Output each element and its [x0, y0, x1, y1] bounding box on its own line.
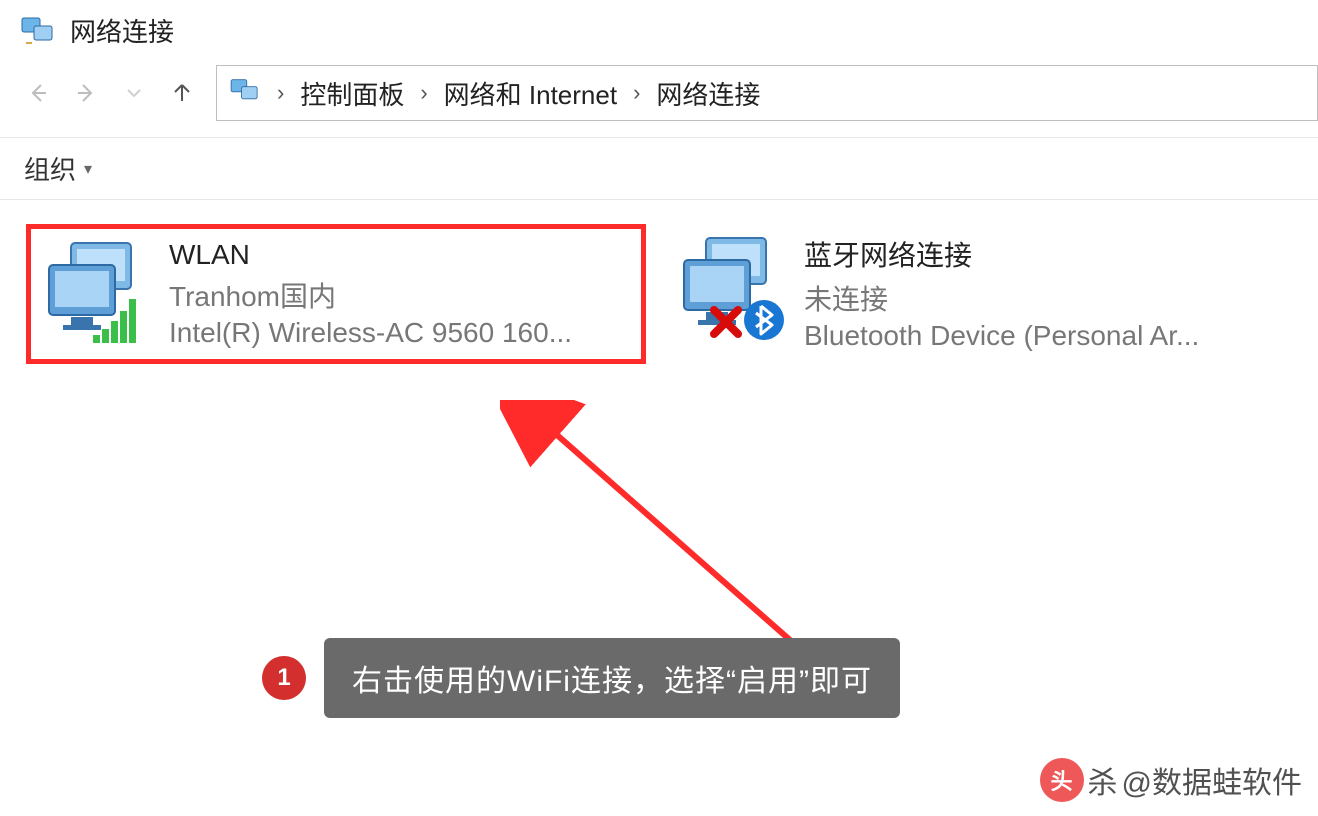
address-bar[interactable]: › 控制面板 › 网络和 Internet › 网络连接 [216, 65, 1318, 121]
connections-list: WLAN Tranhom国内 Intel(R) Wireless-AC 9560… [0, 200, 1318, 388]
connection-device: Bluetooth Device (Personal Ar... [804, 320, 1199, 352]
organize-menu[interactable]: 组织 ▾ [24, 150, 92, 187]
annotation-tooltip: 1 右击使用的WiFi连接，选择“启用”即可 [262, 638, 900, 718]
window-titlebar: 网络连接 [0, 0, 1318, 59]
chevron-down-icon: ▾ [84, 159, 92, 179]
connection-device: Intel(R) Wireless-AC 9560 160... [169, 317, 572, 349]
watermark-text: @数据蛙软件 [1122, 758, 1302, 802]
breadcrumb-item[interactable]: 控制面板 [300, 75, 404, 112]
breadcrumb-item[interactable]: 网络和 Internet [444, 75, 617, 112]
forward-button[interactable] [66, 73, 106, 113]
annotation-text: 右击使用的WiFi连接，选择“启用”即可 [324, 638, 900, 718]
bluetooth-icon [744, 300, 784, 340]
organize-label: 组织 [24, 150, 76, 187]
step-number-badge: 1 [262, 656, 306, 700]
chevron-right-icon[interactable]: › [627, 80, 646, 106]
connection-name: 蓝牙网络连接 [804, 234, 1199, 274]
watermark-prefix: 杀 [1088, 758, 1118, 802]
network-connections-icon [229, 78, 261, 109]
breadcrumb-item[interactable]: 网络连接 [656, 75, 760, 112]
watermark-logo: 头 [1040, 758, 1084, 802]
network-adapter-icon [41, 237, 151, 347]
chevron-right-icon[interactable]: › [414, 80, 433, 106]
recent-dropdown[interactable] [114, 73, 154, 113]
back-button[interactable] [18, 73, 58, 113]
connection-item-bluetooth[interactable]: 蓝牙网络连接 未连接 Bluetooth Device (Personal Ar… [666, 224, 1286, 364]
connection-name: WLAN [169, 239, 572, 271]
connection-status: 未连接 [804, 278, 1199, 318]
annotation-arrow [500, 400, 820, 660]
up-button[interactable] [162, 73, 202, 113]
connection-status: Tranhom国内 [169, 275, 572, 315]
watermark: 头 杀 @数据蛙软件 [1040, 758, 1302, 802]
chevron-right-icon[interactable]: › [271, 80, 290, 106]
toolbar: 组织 ▾ [0, 137, 1318, 200]
connection-item-wlan[interactable]: WLAN Tranhom国内 Intel(R) Wireless-AC 9560… [26, 224, 646, 364]
network-connections-icon [20, 16, 56, 46]
navigation-row: › 控制面板 › 网络和 Internet › 网络连接 [0, 59, 1318, 131]
window-title: 网络连接 [70, 12, 174, 49]
network-adapter-icon [676, 232, 786, 342]
